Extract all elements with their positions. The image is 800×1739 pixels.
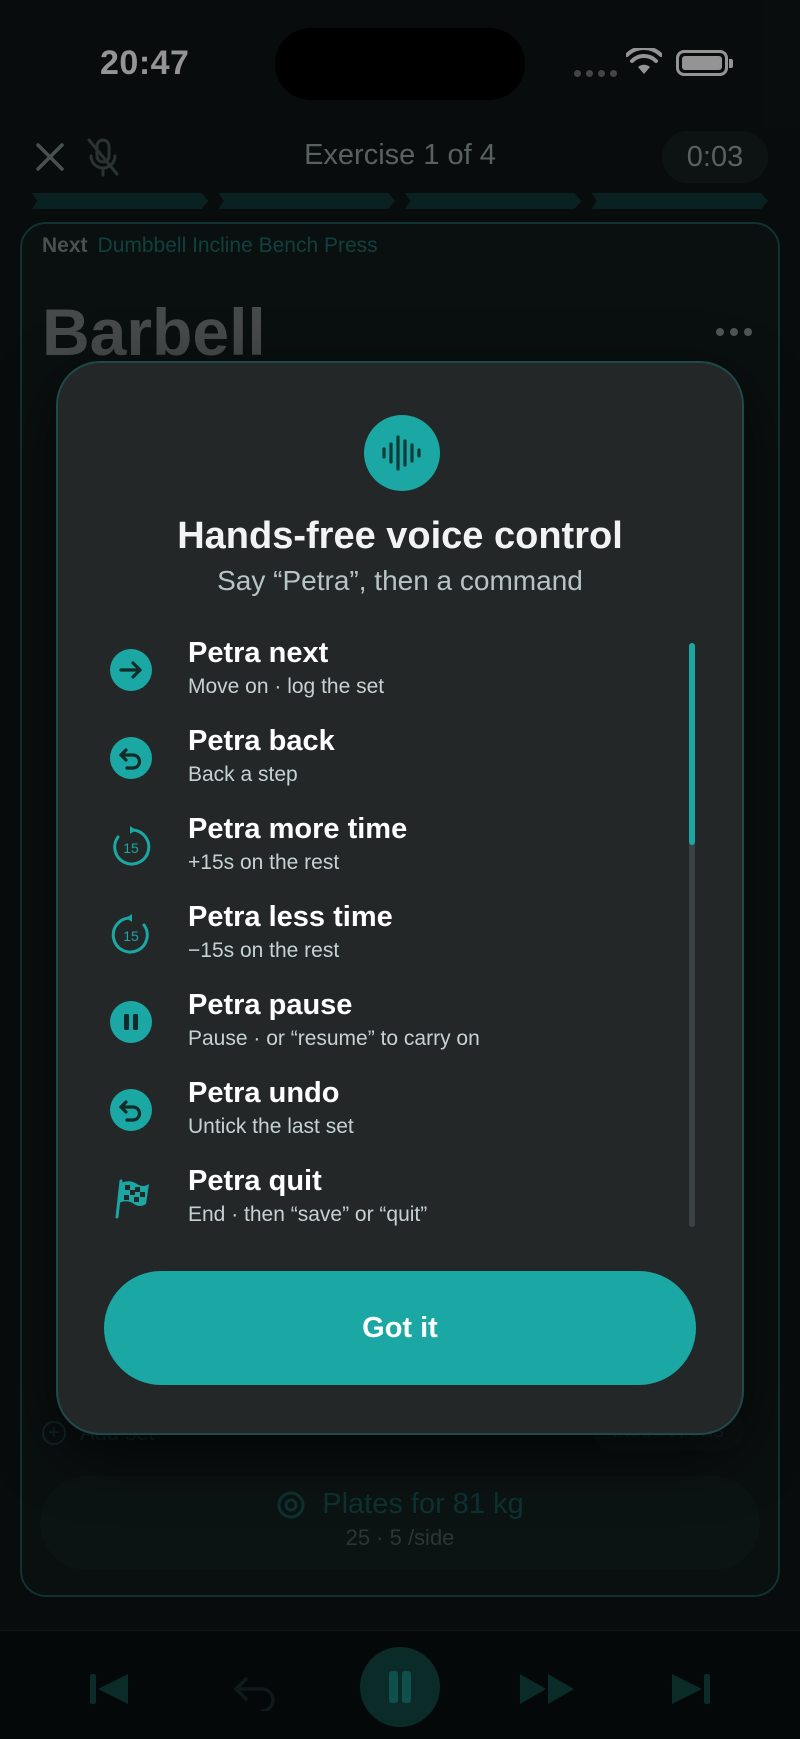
scrollbar[interactable] bbox=[689, 643, 695, 1227]
voice-waveform-icon bbox=[364, 415, 440, 491]
command-name: Petra undo bbox=[188, 1077, 340, 1109]
command-name: Petra pause bbox=[188, 989, 353, 1021]
command-description: −15s on the rest bbox=[188, 939, 340, 962]
undo-icon bbox=[110, 1089, 152, 1131]
command-description: +15s on the rest bbox=[188, 851, 340, 874]
forward-15-icon: 15 bbox=[113, 826, 151, 866]
pause-icon bbox=[110, 1001, 152, 1043]
command-description: End · then “save” or “quit” bbox=[188, 1203, 428, 1226]
command-name: Petra back bbox=[188, 725, 335, 757]
command-name: Petra next bbox=[188, 637, 329, 669]
command-item-quit: Petra quit End · then “save” or “quit” bbox=[110, 1165, 670, 1253]
command-name: Petra more time bbox=[188, 813, 408, 845]
checkered-flag-icon bbox=[115, 1179, 149, 1219]
command-description: Move on · log the set bbox=[188, 675, 385, 698]
fifteen-label: 15 bbox=[123, 840, 139, 856]
rewind-15-icon: 15 bbox=[111, 914, 149, 954]
fifteen-label: 15 bbox=[123, 928, 139, 944]
back-arrow-icon bbox=[110, 737, 152, 779]
got-it-button[interactable]: Got it bbox=[104, 1271, 696, 1385]
voice-control-dialog: Hands-free voice control Say “Petra”, th… bbox=[56, 361, 744, 1435]
command-description: Untick the last set bbox=[188, 1115, 354, 1138]
command-item-pause: Petra pause Pause · or “resume” to carry… bbox=[110, 989, 670, 1077]
dialog-subtitle: Say “Petra”, then a command bbox=[217, 565, 583, 596]
dialog-title: Hands-free voice control bbox=[177, 515, 623, 557]
command-name: Petra less time bbox=[188, 901, 393, 933]
command-item-back: Petra back Back a step bbox=[110, 725, 670, 813]
command-item-undo: Petra undo Untick the last set bbox=[110, 1077, 670, 1165]
command-name: Petra quit bbox=[188, 1165, 322, 1197]
command-description: Back a step bbox=[188, 763, 298, 786]
command-description: Pause · or “resume” to carry on bbox=[188, 1027, 480, 1050]
scrollbar-thumb[interactable] bbox=[689, 643, 695, 845]
command-item-next: Petra next Move on · log the set bbox=[110, 637, 670, 725]
command-item-more-time: 15 Petra more time +15s on the rest bbox=[110, 813, 670, 901]
command-item-less-time: 15 Petra less time −15s on the rest bbox=[110, 901, 670, 989]
voice-command-list[interactable]: Petra next Move on · log the set Petra b… bbox=[110, 637, 670, 1253]
arrow-right-icon bbox=[110, 649, 152, 691]
